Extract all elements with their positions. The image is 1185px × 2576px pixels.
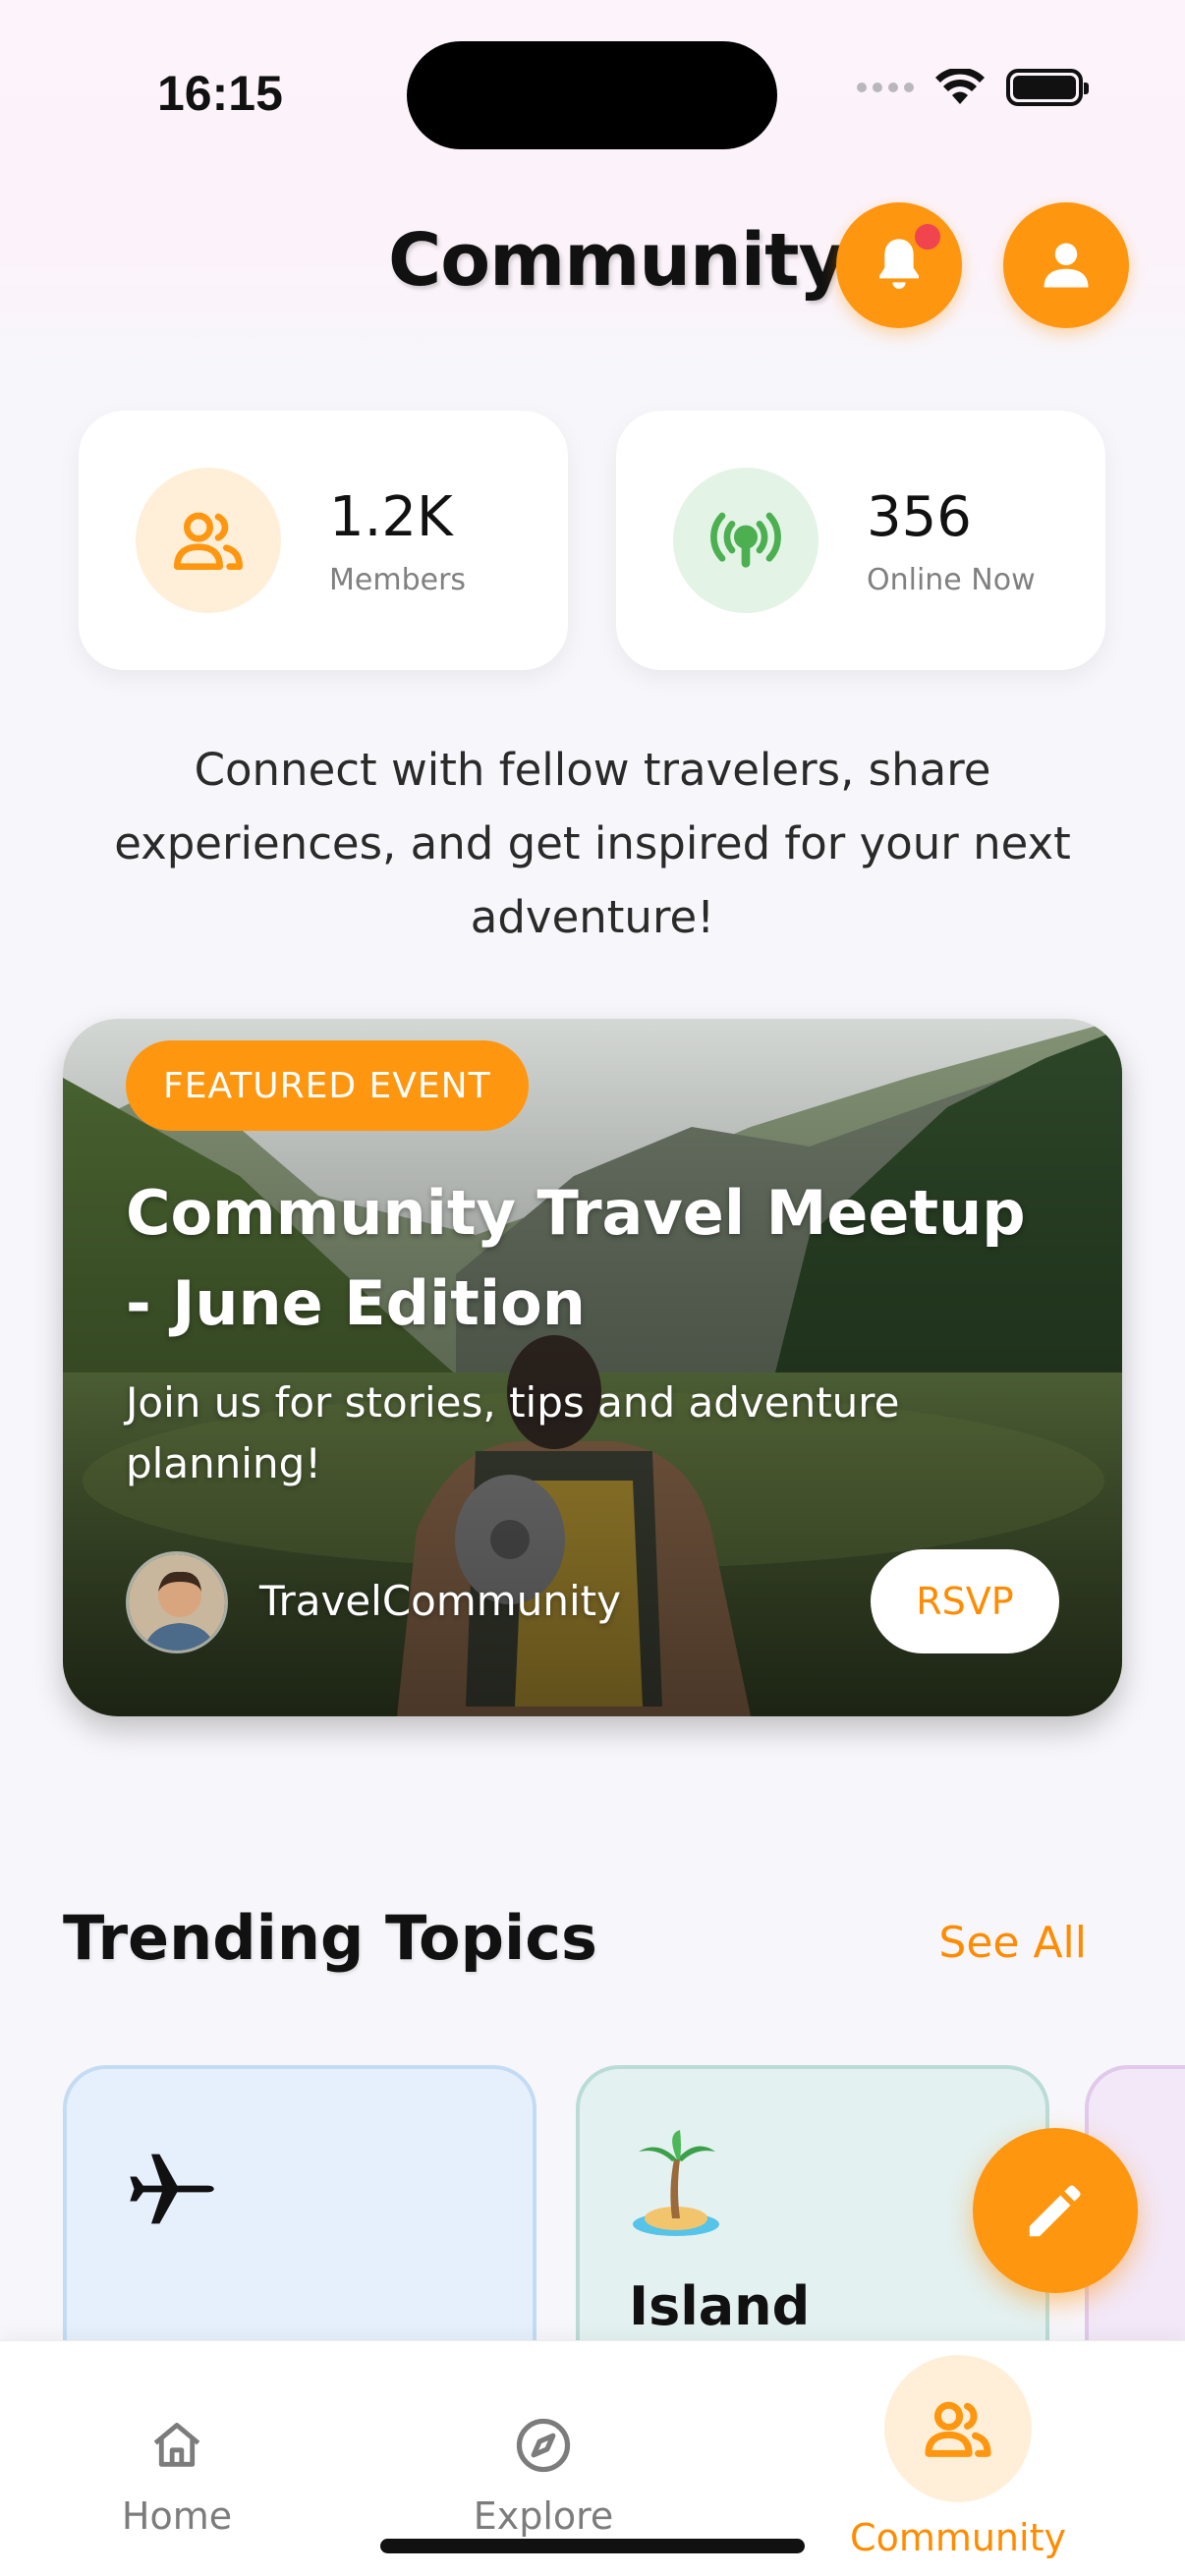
notification-badge — [911, 220, 944, 253]
pencil-icon — [1029, 2185, 1081, 2237]
members-label: Members — [329, 563, 467, 597]
community-screen: 16:15 Community 1.2K Members 356 Online … — [0, 0, 1185, 2576]
trending-topics-heading: Trending Topics — [63, 1902, 597, 1974]
status-time: 16:15 — [157, 66, 283, 121]
compose-post-button[interactable] — [973, 2128, 1138, 2293]
featured-badge: FEATURED EVENT — [126, 1040, 529, 1131]
nav-community[interactable]: Community — [825, 2355, 1091, 2559]
see-all-link[interactable]: See All — [938, 1918, 1087, 1968]
featured-description: Join us for stories, tips and adventure … — [126, 1378, 900, 1487]
nav-explore[interactable]: Explore — [440, 2400, 647, 2538]
online-stat-card: 356 Online Now — [616, 411, 1105, 670]
intro-text: Connect with fellow travelers, share exp… — [114, 744, 1071, 943]
dynamic-island — [407, 41, 777, 149]
nav-explore-label: Explore — [473, 2494, 614, 2538]
members-icon — [136, 468, 281, 613]
header-area: 16:15 Community — [0, 0, 1185, 364]
featured-event-card[interactable]: FEATURED EVENT Community Travel Meetup -… — [63, 1019, 1122, 1716]
nav-home[interactable]: Home — [93, 2400, 260, 2538]
rsvp-button[interactable]: RSVP — [871, 1549, 1059, 1653]
nav-community-active-indicator — [884, 2355, 1032, 2502]
island-icon — [633, 2130, 719, 2236]
community-icon — [925, 2401, 991, 2457]
status-icons — [857, 69, 1089, 106]
compass-icon — [516, 2418, 571, 2473]
airplane-icon — [130, 2154, 214, 2224]
broadcast-icon — [673, 468, 818, 613]
nav-home-label: Home — [121, 2494, 233, 2538]
cellular-signal-icon — [857, 83, 914, 92]
battery-icon — [1006, 69, 1089, 106]
wifi-icon — [935, 69, 985, 104]
page-title: Community — [388, 218, 846, 303]
nav-community-label: Community — [850, 2516, 1066, 2559]
author-avatar — [126, 1551, 228, 1653]
online-count: 356 — [867, 485, 972, 549]
online-label: Online Now — [867, 563, 1036, 597]
author-name: TravelCommunity — [259, 1577, 621, 1625]
profile-button[interactable] — [1003, 202, 1129, 328]
topic-label-island: Island — [629, 2275, 811, 2337]
person-icon — [1044, 243, 1089, 288]
members-stat-card: 1.2K Members — [79, 411, 568, 670]
home-icon — [153, 2423, 200, 2467]
notifications-button[interactable] — [836, 202, 962, 328]
home-indicator — [380, 2539, 805, 2553]
featured-title: Community Travel Meetup - June Edition — [126, 1177, 1026, 1339]
members-count: 1.2K — [329, 485, 453, 549]
